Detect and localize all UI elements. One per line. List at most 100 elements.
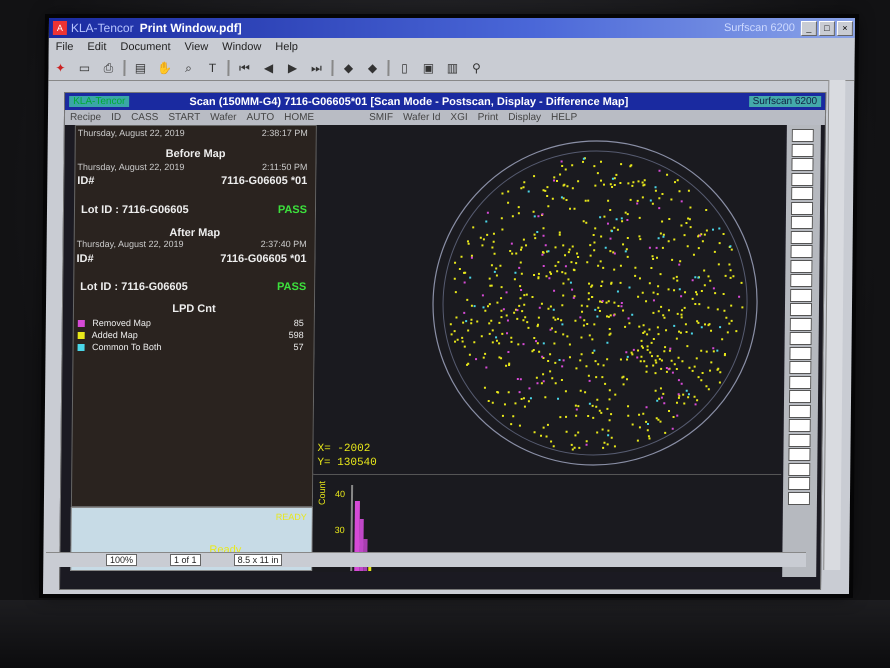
wafer-slot[interactable] — [790, 274, 813, 287]
wafer-slot[interactable] — [788, 419, 811, 432]
menu-document[interactable]: Document — [120, 41, 170, 53]
defect-point — [492, 232, 495, 235]
wafer-slot[interactable] — [791, 129, 814, 142]
defect-point — [620, 217, 623, 220]
defect-point — [716, 308, 719, 311]
fit-page-icon[interactable]: ▣ — [419, 59, 437, 77]
wafer-slot[interactable] — [788, 390, 812, 403]
zoom-field[interactable]: 100% — [106, 554, 138, 566]
defect-point — [450, 333, 453, 336]
menu-print[interactable]: Print — [478, 112, 499, 123]
defect-point — [692, 253, 695, 256]
wafer-slot[interactable] — [789, 346, 812, 360]
wafer-slot[interactable] — [791, 172, 814, 186]
defect-point — [629, 198, 632, 201]
wafer-slot[interactable] — [789, 332, 812, 345]
wafer-slot[interactable] — [791, 187, 814, 200]
defect-point — [596, 398, 599, 401]
copy-icon[interactable]: ▤ — [131, 59, 149, 77]
wafer-slot[interactable] — [789, 375, 812, 389]
go-forward-icon[interactable]: ◆ — [363, 59, 381, 77]
defect-point — [574, 319, 577, 322]
wafer-slot[interactable] — [789, 317, 812, 331]
next-page-icon[interactable]: ▶ — [283, 59, 301, 77]
top-time: 2:38:17 PM — [261, 128, 308, 138]
first-page-icon[interactable]: ⏮ — [235, 59, 253, 77]
defect-point — [497, 391, 500, 394]
outer-vertical-scrollbar[interactable] — [823, 80, 846, 570]
go-back-icon[interactable]: ◆ — [339, 59, 357, 77]
minimize-button[interactable]: _ — [800, 20, 817, 36]
defect-point — [453, 330, 456, 333]
wafer-slot[interactable] — [790, 288, 813, 302]
wafer-slot[interactable] — [788, 448, 811, 461]
defect-point — [600, 411, 603, 414]
defect-point — [527, 190, 530, 193]
wafer-slot[interactable] — [790, 201, 814, 215]
actual-size-icon[interactable]: ▯ — [395, 59, 413, 77]
wafer-slot[interactable] — [791, 158, 814, 171]
page-field[interactable]: 1 of 1 — [170, 554, 201, 566]
prev-page-icon[interactable]: ◀ — [259, 59, 277, 77]
menu-window[interactable]: Window — [222, 41, 261, 53]
wafer-slot[interactable] — [788, 433, 811, 447]
defect-point — [573, 207, 576, 210]
defect-point — [560, 379, 563, 381]
close-button[interactable]: × — [836, 20, 853, 36]
menu-cass[interactable]: CASS — [131, 112, 158, 123]
histogram-tick-30: 30 — [334, 525, 345, 535]
menu-help-inner[interactable]: HELP — [551, 112, 577, 123]
defect-point — [519, 285, 522, 288]
wafer-slot[interactable] — [790, 216, 813, 229]
defect-point — [663, 402, 666, 405]
menu-home[interactable]: HOME — [284, 112, 314, 123]
print-icon[interactable]: ⎙ — [99, 59, 117, 77]
find-icon[interactable]: ⚲ — [467, 59, 485, 77]
common-label: Common To Both — [92, 342, 162, 352]
wafer-slot[interactable] — [788, 404, 811, 418]
menu-smif[interactable]: SMIF — [369, 112, 393, 123]
wafer-slot[interactable] — [790, 230, 813, 244]
wafer-slot[interactable] — [788, 462, 811, 476]
defect-point — [661, 246, 664, 249]
wafer-map[interactable] — [313, 125, 785, 473]
defect-point — [547, 250, 550, 253]
menu-xgi[interactable]: XGI — [450, 112, 467, 123]
defect-point — [741, 306, 744, 309]
menu-start[interactable]: START — [168, 112, 200, 123]
size-field: 8.5 x 11 in — [233, 554, 283, 566]
wafer-slot[interactable] — [791, 143, 814, 157]
maximize-button[interactable]: □ — [818, 20, 835, 36]
menu-help[interactable]: Help — [275, 41, 298, 53]
menu-wafer-id[interactable]: Wafer Id — [403, 112, 441, 123]
menu-id[interactable]: ID — [111, 112, 121, 123]
menu-wafer[interactable]: Wafer — [210, 112, 236, 123]
wafer-slot[interactable] — [790, 245, 813, 258]
hand-tool-icon[interactable]: ✋ — [155, 59, 173, 77]
wafer-slot[interactable] — [790, 259, 813, 273]
text-select-icon[interactable]: T — [203, 59, 221, 77]
menu-file[interactable]: File — [56, 41, 74, 53]
menu-recipe[interactable]: Recipe — [70, 112, 101, 123]
defect-point — [665, 329, 668, 332]
zoom-icon[interactable]: ⌕ — [179, 59, 197, 77]
wafer-slot[interactable] — [788, 477, 811, 490]
menu-auto[interactable]: AUTO — [246, 112, 274, 123]
menu-display[interactable]: Display — [508, 112, 541, 123]
menu-edit[interactable]: Edit — [87, 41, 106, 53]
menu-view[interactable]: View — [184, 41, 208, 53]
defect-point — [488, 303, 491, 306]
defect-point — [591, 338, 594, 341]
wafer-map-area[interactable]: X= -2002 Y= 130540 — [313, 125, 785, 473]
fit-width-icon[interactable]: ▥ — [443, 59, 461, 77]
open-icon[interactable]: ▭ — [75, 59, 93, 77]
defect-point — [535, 376, 538, 379]
defect-point — [467, 329, 470, 332]
wafer-slot[interactable] — [789, 303, 813, 316]
defect-point — [659, 387, 662, 390]
monitor-chin — [0, 600, 890, 668]
wafer-slot[interactable] — [787, 491, 811, 505]
wafer-slot[interactable] — [789, 361, 812, 374]
acrobat-icon[interactable]: ✦ — [51, 59, 69, 77]
last-page-icon[interactable]: ⏭ — [307, 59, 325, 77]
